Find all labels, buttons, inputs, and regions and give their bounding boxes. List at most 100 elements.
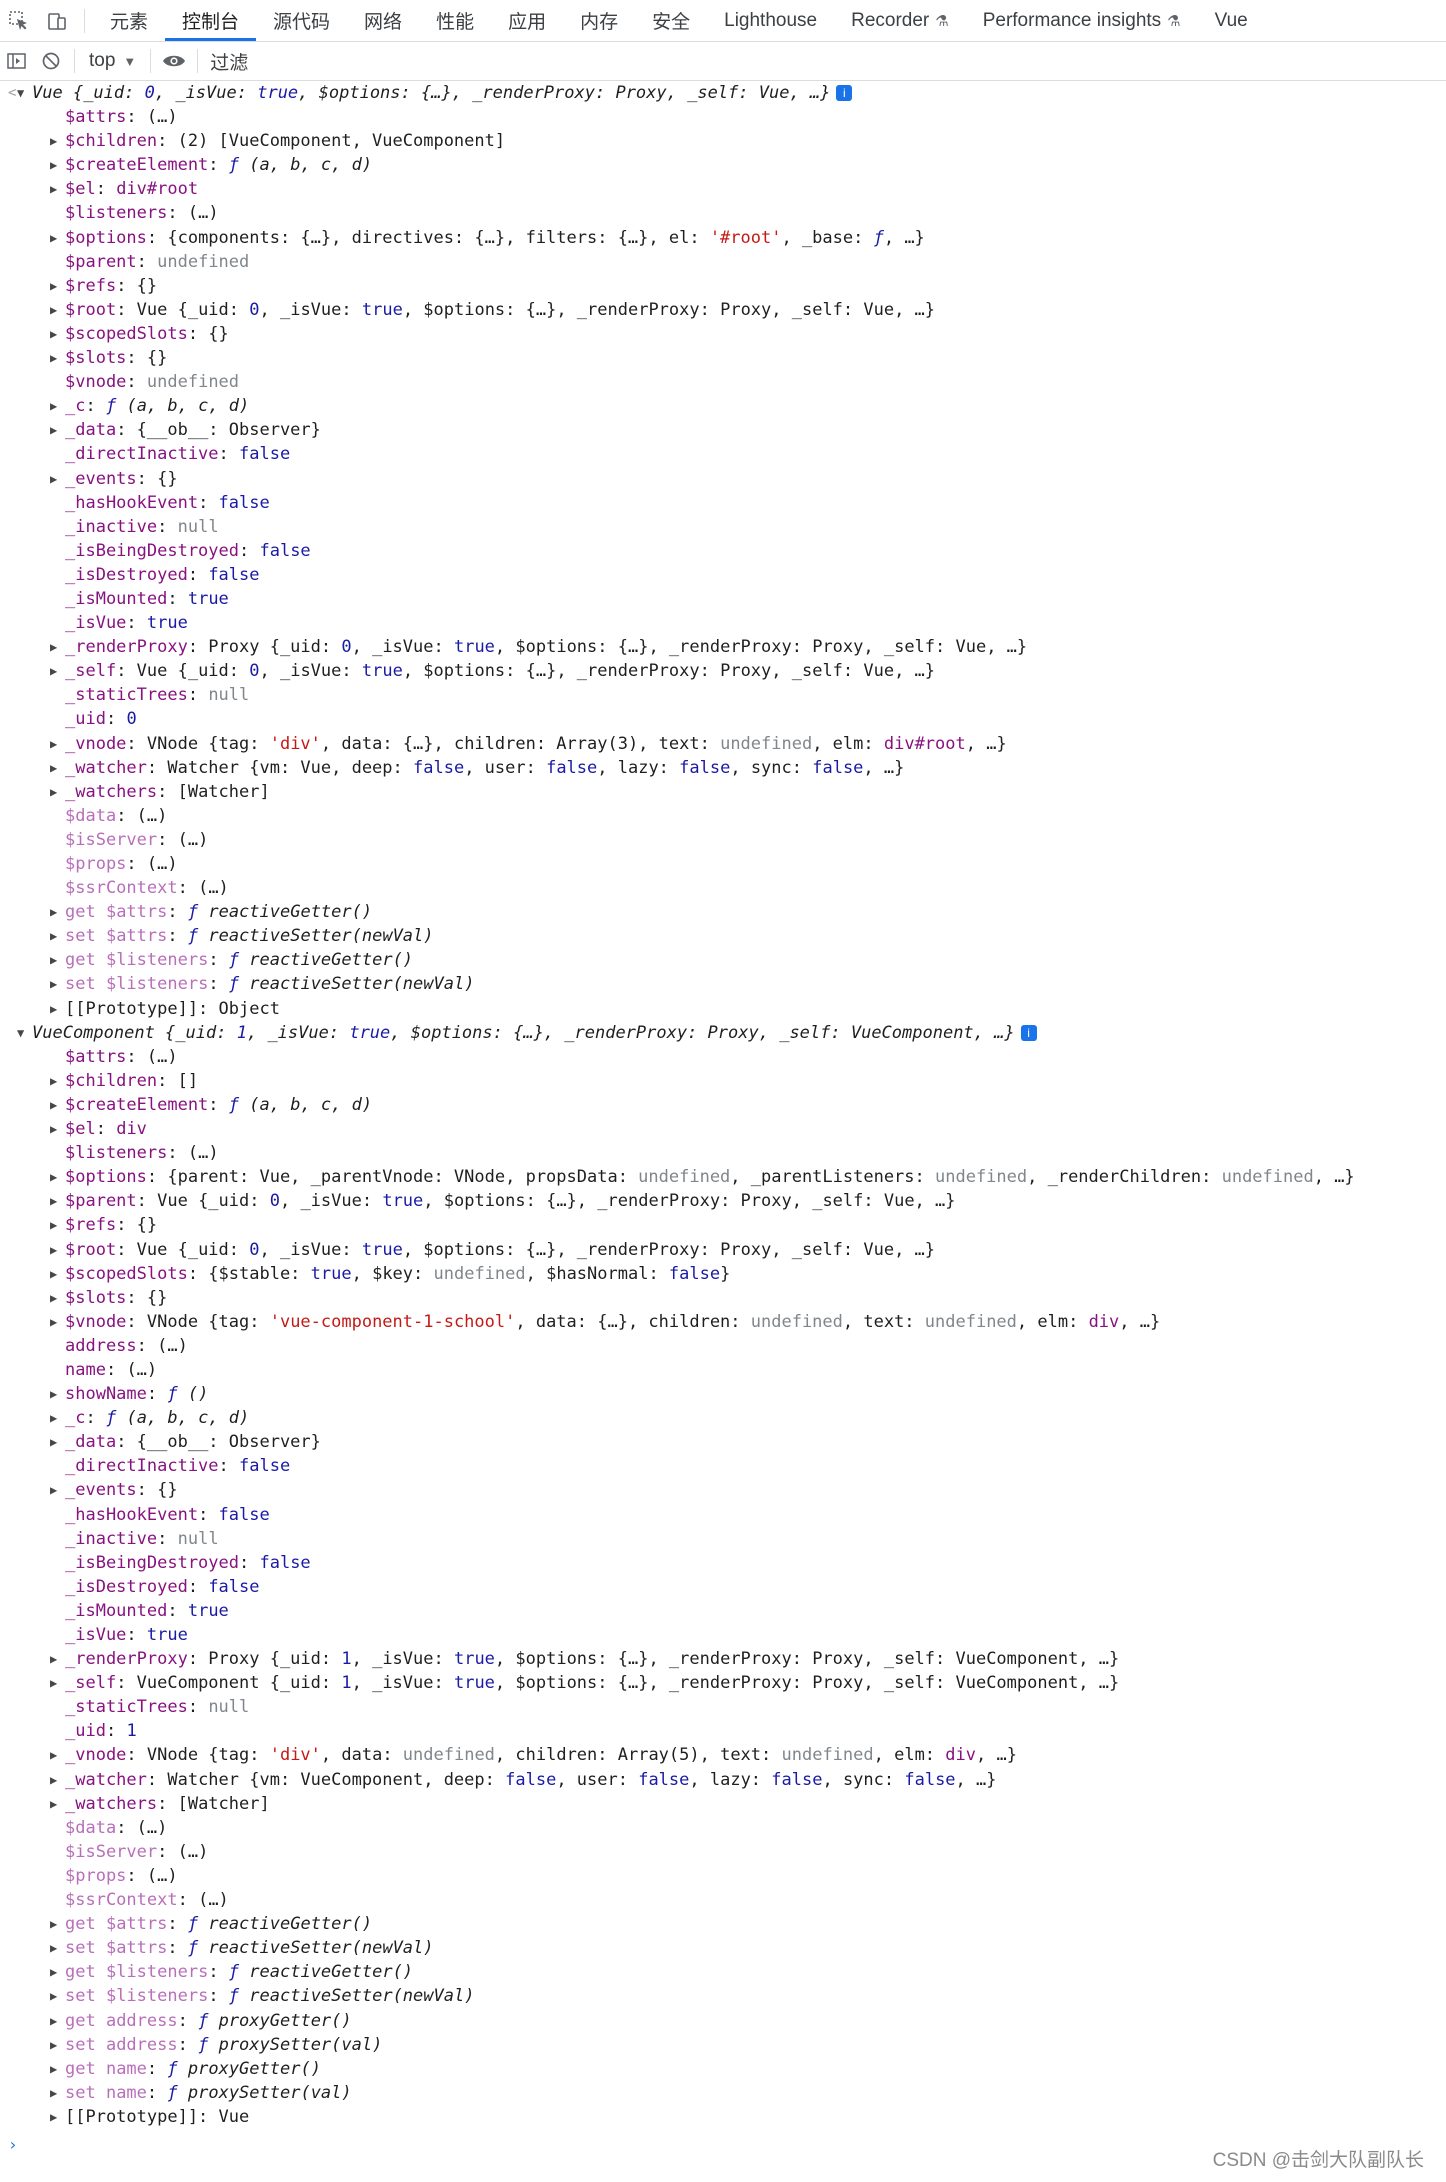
collapse-triangle-icon[interactable]: ▶ <box>50 2009 57 2033</box>
console-line[interactable]: ▶ $root: Vue {_uid: 0, _isVue: true, $opt… <box>0 1238 1446 1262</box>
console-line[interactable]: ▶ _self: Vue {_uid: 0, _isVue: true, $opt… <box>0 659 1446 683</box>
console-line[interactable]: ▶ $children: (2) [VueComponent, VueCompon… <box>0 129 1446 153</box>
console-line[interactable]: ▶ set name: ƒ proxySetter(val) <box>0 2081 1446 2105</box>
collapse-triangle-icon[interactable]: ▶ <box>50 972 57 996</box>
context-selector[interactable]: top ▼ <box>81 50 144 72</box>
collapse-triangle-icon[interactable]: ▶ <box>50 274 57 298</box>
collapse-triangle-icon[interactable]: ▶ <box>50 1117 57 1141</box>
collapse-triangle-icon[interactable]: ▶ <box>50 298 57 322</box>
collapse-triangle-icon[interactable]: ▶ <box>50 1647 57 1671</box>
console-line[interactable]: ▶ set $listeners: ƒ reactiveSetter(newVal… <box>0 1984 1446 2008</box>
console-line[interactable]: ▶ set $listeners: ƒ reactiveSetter(newVal… <box>0 972 1446 996</box>
tab-8[interactable]: Lighthouse <box>707 0 834 41</box>
collapse-triangle-icon[interactable]: ▶ <box>50 1069 57 1093</box>
collapse-triangle-icon[interactable]: ▶ <box>50 1743 57 1767</box>
console-line[interactable]: ▶ $refs: {} <box>0 274 1446 298</box>
tab-5[interactable]: 应用 <box>491 0 563 41</box>
console-line[interactable]: ▶ get $attrs: ƒ reactiveGetter() <box>0 900 1446 924</box>
console-line[interactable]: ▶ _watcher: Watcher {vm: Vue, deep: false… <box>0 756 1446 780</box>
console-line[interactable]: ▶ $el: div#root <box>0 177 1446 201</box>
expand-triangle-icon[interactable]: ▼ <box>17 81 24 105</box>
info-icon[interactable]: i <box>836 85 853 101</box>
collapse-triangle-icon[interactable]: ▶ <box>50 418 57 442</box>
console-line[interactable]: ▶ $children: [] <box>0 1069 1446 1093</box>
collapse-triangle-icon[interactable]: ▶ <box>50 997 57 1021</box>
console-line[interactable]: ▶ _events: {} <box>0 467 1446 491</box>
collapse-triangle-icon[interactable]: ▶ <box>50 394 57 418</box>
tab-11[interactable]: Vue <box>1198 0 1265 41</box>
console-line[interactable]: ▶ $scopedSlots: {} <box>0 322 1446 346</box>
console-line[interactable]: ▶ _renderProxy: Proxy {_uid: 0, _isVue: t… <box>0 635 1446 659</box>
console-line[interactable]: ▶ $options: {components: {…}, directives:… <box>0 226 1446 250</box>
collapse-triangle-icon[interactable]: ▶ <box>50 659 57 683</box>
collapse-triangle-icon[interactable]: ▶ <box>50 153 57 177</box>
console-line[interactable]: ▶ $refs: {} <box>0 1213 1446 1237</box>
collapse-triangle-icon[interactable]: ▶ <box>50 2105 57 2129</box>
tab-1[interactable]: 控制台 <box>165 0 257 41</box>
console-line[interactable]: ▶ get name: ƒ proxyGetter() <box>0 2057 1446 2081</box>
collapse-triangle-icon[interactable]: ▶ <box>50 1768 57 1792</box>
tab-9[interactable]: Recorder ⚗ <box>834 0 966 41</box>
collapse-triangle-icon[interactable]: ▶ <box>50 467 57 491</box>
collapse-triangle-icon[interactable]: ▶ <box>50 1406 57 1430</box>
collapse-triangle-icon[interactable]: ▶ <box>50 1960 57 1984</box>
collapse-triangle-icon[interactable]: ▶ <box>50 1671 57 1695</box>
console-line[interactable]: ▶ _c: ƒ (a, b, c, d) <box>0 394 1446 418</box>
expand-triangle-icon[interactable]: ▼ <box>17 1021 24 1045</box>
console-line[interactable]: ▶ $createElement: ƒ (a, b, c, d) <box>0 1093 1446 1117</box>
sidebar-toggle-icon[interactable] <box>0 42 34 80</box>
console-line[interactable]: ▶ _vnode: VNode {tag: 'div', data: {…}, c… <box>0 732 1446 756</box>
collapse-triangle-icon[interactable]: ▶ <box>50 1286 57 1310</box>
collapse-triangle-icon[interactable]: ▶ <box>50 1382 57 1406</box>
collapse-triangle-icon[interactable]: ▶ <box>50 1984 57 2008</box>
collapse-triangle-icon[interactable]: ▶ <box>50 732 57 756</box>
console-line[interactable]: ▶ _data: {__ob__: Observer} <box>0 1430 1446 1454</box>
tab-3[interactable]: 网络 <box>347 0 419 41</box>
tab-7[interactable]: 安全 <box>635 0 707 41</box>
console-line[interactable]: ▶ _watcher: Watcher {vm: VueComponent, de… <box>0 1768 1446 1792</box>
console-line[interactable]: ▶ _vnode: VNode {tag: 'div', data: undefi… <box>0 1743 1446 1767</box>
collapse-triangle-icon[interactable]: ▶ <box>50 1189 57 1213</box>
console-line[interactable]: ▶ $root: Vue {_uid: 0, _isVue: true, $opt… <box>0 298 1446 322</box>
collapse-triangle-icon[interactable]: ▶ <box>50 948 57 972</box>
console-line[interactable]: ▶ [[Prototype]]: Vue <box>0 2105 1446 2129</box>
tab-0[interactable]: 元素 <box>93 0 165 41</box>
collapse-triangle-icon[interactable]: ▶ <box>50 346 57 370</box>
console-line[interactable]: ▶ get $listeners: ƒ reactiveGetter() <box>0 948 1446 972</box>
console-line[interactable]: ▶ _watchers: [Watcher] <box>0 1792 1446 1816</box>
console-line[interactable]: ▶ $vnode: VNode {tag: 'vue-component-1-sc… <box>0 1310 1446 1334</box>
console-line[interactable]: ▶ [[Prototype]]: Object <box>0 997 1446 1021</box>
console-line[interactable]: ▶ _renderProxy: Proxy {_uid: 1, _isVue: t… <box>0 1647 1446 1671</box>
console-line[interactable]: ▶ get address: ƒ proxyGetter() <box>0 2009 1446 2033</box>
collapse-triangle-icon[interactable]: ▶ <box>50 756 57 780</box>
collapse-triangle-icon[interactable]: ▶ <box>50 1238 57 1262</box>
collapse-triangle-icon[interactable]: ▶ <box>50 2057 57 2081</box>
tab-2[interactable]: 源代码 <box>256 0 347 41</box>
console-line[interactable]: ▶ $options: {parent: Vue, _parentVnode: V… <box>0 1165 1446 1189</box>
console-line[interactable]: ▶ set $attrs: ƒ reactiveSetter(newVal) <box>0 1936 1446 1960</box>
console-line[interactable]: ▶ $slots: {} <box>0 346 1446 370</box>
console-line[interactable]: ▶ $createElement: ƒ (a, b, c, d) <box>0 153 1446 177</box>
console-line[interactable]: ▶ get $attrs: ƒ reactiveGetter() <box>0 1912 1446 1936</box>
console-line[interactable]: ▶ _c: ƒ (a, b, c, d) <box>0 1406 1446 1430</box>
console-line[interactable]: ▶ _events: {} <box>0 1478 1446 1502</box>
collapse-triangle-icon[interactable]: ▶ <box>50 924 57 948</box>
console-line[interactable]: ▶ $parent: Vue {_uid: 0, _isVue: true, $o… <box>0 1189 1446 1213</box>
console-line[interactable]: ▶ _watchers: [Watcher] <box>0 780 1446 804</box>
console-line[interactable]: ▼ VueComponent {_uid: 1, _isVue: true, $o… <box>0 1021 1446 1045</box>
eye-icon[interactable] <box>157 42 191 80</box>
console-line[interactable]: ▶ $scopedSlots: {$stable: true, $key: und… <box>0 1262 1446 1286</box>
device-toolbar-icon[interactable] <box>38 0 76 41</box>
console-line[interactable]: ▶ $slots: {} <box>0 1286 1446 1310</box>
tab-4[interactable]: 性能 <box>419 0 491 41</box>
console-line[interactable]: ▶ showName: ƒ () <box>0 1382 1446 1406</box>
collapse-triangle-icon[interactable]: ▶ <box>50 1213 57 1237</box>
console-line[interactable]: ▶ set address: ƒ proxySetter(val) <box>0 2033 1446 2057</box>
collapse-triangle-icon[interactable]: ▶ <box>50 1310 57 1334</box>
collapse-triangle-icon[interactable]: ▶ <box>50 1165 57 1189</box>
info-icon[interactable]: i <box>1020 1024 1037 1041</box>
filter-input[interactable]: 过滤 <box>204 46 1446 76</box>
collapse-triangle-icon[interactable]: ▶ <box>50 2081 57 2105</box>
collapse-triangle-icon[interactable]: ▶ <box>50 1478 57 1502</box>
clear-console-icon[interactable] <box>34 42 68 80</box>
